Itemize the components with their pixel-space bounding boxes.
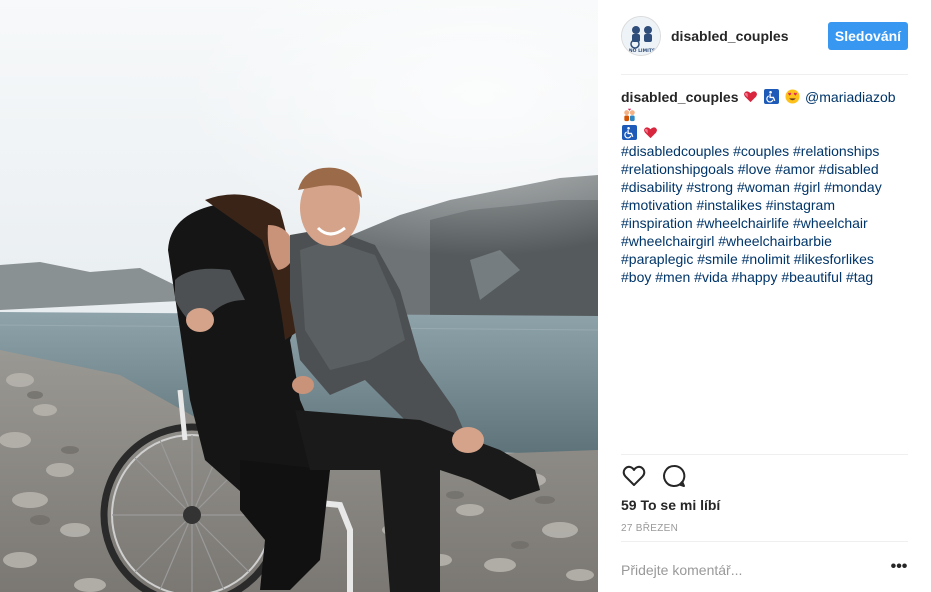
header-divider xyxy=(621,74,908,75)
hashtag-line[interactable]: #wheelchairgirl #wheelchairbarbie xyxy=(621,232,908,250)
avatar-logo-icon: NO LIMITS xyxy=(622,17,660,55)
hashtag-line[interactable]: #paraplegic #smile #nolimit #likesforlik… xyxy=(621,250,908,268)
author-username[interactable]: disabled_couples xyxy=(671,28,788,44)
post-caption: disabled_couples @mariadiazob #disabledc… xyxy=(621,88,908,286)
post-sidebar: NO LIMITS disabled_couples Sledování dis… xyxy=(598,0,931,592)
avatar[interactable]: NO LIMITS xyxy=(621,16,661,56)
comment-icon[interactable] xyxy=(661,463,687,489)
two-hearts-emoji-icon xyxy=(643,127,657,139)
more-options-button[interactable]: ••• xyxy=(888,559,910,580)
heart-icon[interactable] xyxy=(621,463,647,489)
two-hearts-emoji-icon xyxy=(744,91,758,103)
caption-first-line: disabled_couples @mariadiazob xyxy=(621,88,908,124)
hashtag-line[interactable]: #disability #strong #woman #girl #monday xyxy=(621,178,908,196)
caption-mention[interactable]: @mariadiazob xyxy=(805,89,895,105)
heart-eyes-emoji-icon xyxy=(785,89,800,104)
caption-hashtags: #disabledcouples #couples #relationships… xyxy=(621,142,908,286)
follow-button[interactable]: Sledování xyxy=(828,22,908,50)
hashtag-line[interactable]: #disabledcouples #couples #relationships xyxy=(621,142,908,160)
wheelchair-symbol-emoji-icon xyxy=(764,89,780,104)
wheelchair-symbol-emoji-icon xyxy=(622,125,637,140)
post-header: NO LIMITS disabled_couples Sledování xyxy=(621,16,908,56)
hashtag-line[interactable]: #boy #men #vida #happy #beautiful #tag xyxy=(621,268,908,286)
hashtag-line[interactable]: #relationshipgoals #love #amor #disabled xyxy=(621,160,908,178)
post-photo[interactable] xyxy=(0,0,598,592)
couple-with-heart-emoji-icon xyxy=(624,108,635,122)
svg-text:NO LIMITS: NO LIMITS xyxy=(629,48,655,54)
comment-input[interactable] xyxy=(621,560,871,580)
actions-divider xyxy=(621,454,908,455)
post-date[interactable]: 27 BŘEZEN xyxy=(621,523,678,534)
comment-divider xyxy=(621,541,908,542)
likes-count[interactable]: 59 To se mi líbí xyxy=(621,497,720,513)
post-photo-illustration xyxy=(0,0,598,592)
caption-second-line xyxy=(621,124,908,142)
caption-username[interactable]: disabled_couples xyxy=(621,89,738,105)
hashtag-line[interactable]: #motivation #instalikes #instagram xyxy=(621,196,908,214)
hashtag-line[interactable]: #inspiration #wheelchairlife #wheelchair xyxy=(621,214,908,232)
